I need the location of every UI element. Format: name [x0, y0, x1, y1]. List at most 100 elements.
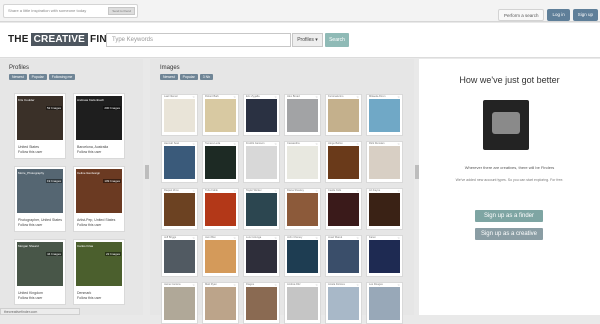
follow-user-link[interactable]: Follow this user	[18, 296, 42, 300]
image-card[interactable]: Karen ☆	[366, 235, 403, 277]
image-card[interactable]: Lael Niemer ☆	[161, 94, 198, 136]
perform-search-button[interactable]: Perform a search	[497, 9, 545, 21]
image-card[interactable]: Tamara Luda ☆	[202, 141, 239, 183]
image-card[interactable]: Jeff Briggs ☆	[161, 235, 198, 277]
image-card[interactable]: Diana Sheeley ☆	[284, 188, 321, 230]
search-type-select[interactable]: Profiles ▾	[292, 33, 323, 47]
image-card[interactable]: Josef Marek ☆	[325, 235, 362, 277]
image-thumbnail[interactable]	[328, 240, 359, 273]
image-card[interactable]: Les Rouges ☆	[366, 282, 403, 324]
share-button[interactable]: Send to friend	[108, 7, 135, 15]
profile-card[interactable]: Celine Ikerdesign 109 Images Artist-Pep, U…	[73, 166, 125, 232]
profile-image[interactable]	[17, 242, 63, 286]
image-thumbnail[interactable]	[246, 240, 277, 273]
profiles-title: Profiles	[9, 65, 30, 71]
image-card[interactable]: Fredrik Jansson ☆	[243, 141, 280, 183]
image-card[interactable]: Andrea Ditz ☆	[284, 282, 321, 324]
image-thumbnail[interactable]	[205, 287, 236, 320]
search-button[interactable]: Search	[325, 33, 349, 47]
promo-title: How we've just got better	[459, 75, 560, 85]
image-card[interactable]: Jaime Carrera ☆	[161, 282, 198, 324]
image-card[interactable]: Rick Dunstan ☆	[366, 141, 403, 183]
follow-user-link[interactable]: Follow this user	[18, 150, 42, 154]
profile-image[interactable]	[76, 242, 122, 286]
image-card[interactable]: Tubs Fable ☆	[202, 188, 239, 230]
image-thumbnail[interactable]	[328, 287, 359, 320]
image-thumbnail[interactable]	[328, 99, 359, 132]
image-thumbnail[interactable]	[164, 193, 195, 226]
profile-card[interactable]: Kris Coulder 52 Images United States Follow…	[14, 93, 66, 159]
image-card[interactable]: Matt Ryan ☆	[202, 282, 239, 324]
image-card[interactable]: Castle Kids ☆	[325, 188, 362, 230]
profile-image[interactable]	[76, 96, 122, 140]
image-card[interactable]: John Cheney ☆	[284, 235, 321, 277]
images-panel: Images Newest Popular 3 Nb Lael Niemer ☆ R…	[150, 59, 414, 324]
follow-user-link[interactable]: Follow this user	[18, 223, 42, 227]
image-thumbnail[interactable]	[287, 99, 318, 132]
image-card[interactable]: Raquel Zimo ☆	[161, 188, 198, 230]
image-thumbnail[interactable]	[369, 240, 400, 273]
image-card[interactable]: Art Fayne ☆	[366, 188, 403, 230]
image-thumbnail[interactable]	[369, 99, 400, 132]
image-thumbnail[interactable]	[246, 146, 277, 179]
profile-card[interactable]: Carlos Frias 22 Images Denmark Follow this …	[73, 239, 125, 305]
profile-name: Morgan Sheard	[18, 244, 39, 248]
image-card[interactable]: Alex Broad ☆	[284, 94, 321, 136]
profile-image[interactable]	[17, 169, 63, 213]
image-thumbnail[interactable]	[287, 146, 318, 179]
image-card[interactable]: Hannah Seet ☆	[161, 141, 198, 183]
images-filter-newest[interactable]: Newest	[160, 74, 178, 80]
image-thumbnail[interactable]	[164, 99, 195, 132]
image-thumbnail[interactable]	[164, 287, 195, 320]
follow-user-link[interactable]: Follow this user	[77, 223, 101, 227]
profile-image-count: 200 Images	[103, 106, 121, 110]
profile-card[interactable]: Morgan Sheard 44 Images United Kingdom Foll…	[14, 239, 66, 305]
profiles-filter-newest[interactable]: Newest	[9, 74, 27, 80]
follow-user-link[interactable]: Follow this user	[77, 296, 101, 300]
profile-card[interactable]: Andreas Kiefenbach 200 Images Barcelona, A…	[73, 93, 125, 159]
image-card[interactable]: Tayler Wicker ☆	[243, 188, 280, 230]
image-thumbnail[interactable]	[205, 193, 236, 226]
image-thumbnail[interactable]	[369, 287, 400, 320]
signup-finder-button[interactable]: Sign up as a finder	[475, 210, 543, 222]
images-filter-popular[interactable]: Popular	[179, 74, 198, 80]
profile-image[interactable]	[17, 96, 63, 140]
image-thumbnail[interactable]	[328, 146, 359, 179]
images-filter-third[interactable]: 3 Nb	[199, 74, 214, 80]
image-card[interactable]: Diagne ☆	[243, 282, 280, 324]
image-card[interactable]: Hinge Bellon ☆	[325, 141, 362, 183]
image-thumbnail[interactable]	[287, 240, 318, 273]
image-thumbnail[interactable]	[164, 146, 195, 179]
search-input[interactable]: Type Keywords	[106, 33, 291, 47]
collapse-left-handle[interactable]	[145, 165, 149, 179]
image-thumbnail[interactable]	[205, 99, 236, 132]
image-card[interactable]: Robert Bark ☆	[202, 94, 239, 136]
image-thumbnail[interactable]	[246, 287, 277, 320]
profile-card[interactable]: Moire_Photography 19 Images Photographer, …	[14, 166, 66, 232]
image-thumbnail[interactable]	[287, 287, 318, 320]
signup-button[interactable]: Sign up	[572, 9, 598, 21]
login-button[interactable]: Log in	[547, 9, 570, 21]
image-card[interactable]: Mikaela Ahren ☆	[366, 94, 403, 136]
profile-image[interactable]	[76, 169, 122, 213]
image-card[interactable]: Aniela Dolores ☆	[325, 282, 362, 324]
profiles-panel: Profiles Newest Popular Following me Kri…	[0, 59, 143, 315]
profiles-filter-popular[interactable]: Popular	[28, 74, 47, 80]
image-thumbnail[interactable]	[205, 240, 236, 273]
profiles-filter-following[interactable]: Following me	[48, 74, 76, 80]
signup-creative-button[interactable]: Sign up as a creative	[475, 228, 543, 240]
image-card[interactable]: Jami Bon ☆	[202, 235, 239, 277]
image-thumbnail[interactable]	[246, 99, 277, 132]
image-thumbnail[interactable]	[328, 193, 359, 226]
image-thumbnail[interactable]	[369, 193, 400, 226]
image-thumbnail[interactable]	[164, 240, 195, 273]
image-thumbnail[interactable]	[246, 193, 277, 226]
image-thumbnail[interactable]	[287, 193, 318, 226]
image-card[interactable]: Eric Zygalla ☆	[243, 94, 280, 136]
image-card[interactable]: Cassandra ☆	[284, 141, 321, 183]
follow-user-link[interactable]: Follow this user	[77, 150, 101, 154]
image-thumbnail[interactable]	[205, 146, 236, 179]
image-thumbnail[interactable]	[369, 146, 400, 179]
image-card[interactable]: Kuroinaturino ☆	[325, 94, 362, 136]
image-card[interactable]: Luis Colunga ☆	[243, 235, 280, 277]
